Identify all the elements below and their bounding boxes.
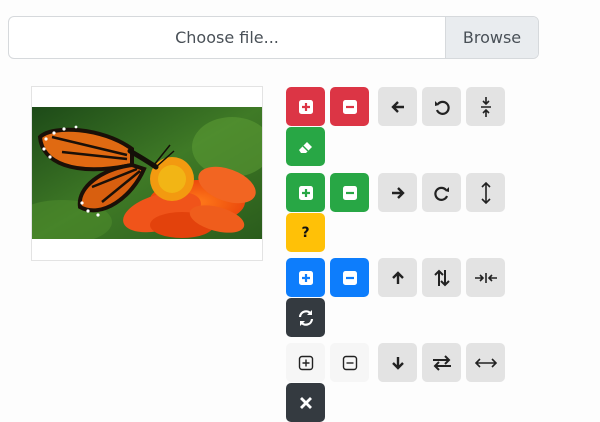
flip-vertical-button[interactable] [422, 258, 461, 297]
image-preview [31, 86, 263, 261]
minus-square-icon [342, 185, 357, 200]
rotate-left-icon [434, 100, 450, 115]
file-input[interactable]: Choose file... Browse [8, 16, 539, 59]
zoom-in-button-green[interactable] [286, 173, 325, 212]
refresh-button[interactable] [286, 298, 325, 337]
compress-horizontal-button[interactable] [466, 258, 505, 297]
swap-vertical-icon [433, 269, 450, 286]
move-right-button[interactable] [378, 173, 417, 212]
zoom-out-button-light[interactable] [330, 343, 369, 382]
eraser-button[interactable] [286, 127, 325, 166]
file-input-label[interactable]: Choose file... [9, 17, 445, 58]
help-button[interactable]: ? [286, 213, 325, 252]
rotate-left-button[interactable] [422, 87, 461, 126]
plus-square-icon [298, 99, 313, 114]
zoom-in-button[interactable] [286, 87, 325, 126]
compress-horizontal-icon [474, 272, 497, 283]
expand-horizontal-button[interactable] [466, 343, 505, 382]
rotate-right-icon [433, 186, 449, 201]
arrow-left-icon [390, 100, 404, 113]
zoom-in-button-light[interactable] [286, 343, 325, 382]
eraser-icon [298, 141, 312, 153]
refresh-icon [298, 309, 313, 326]
plus-square-icon [298, 355, 313, 370]
expand-horizontal-icon [474, 357, 497, 368]
minus-square-icon [342, 355, 357, 370]
swap-horizontal-icon [432, 354, 451, 371]
zoom-out-button-green[interactable] [330, 173, 369, 212]
zoom-out-button-blue[interactable] [330, 258, 369, 297]
plus-square-icon [298, 270, 313, 285]
move-down-button[interactable] [378, 343, 417, 382]
move-left-button[interactable] [378, 87, 417, 126]
flip-horizontal-button[interactable] [422, 343, 461, 382]
close-button[interactable] [286, 383, 325, 422]
plus-square-icon [298, 185, 313, 200]
arrow-right-icon [391, 186, 405, 199]
help-label: ? [301, 224, 310, 241]
rotate-right-button[interactable] [422, 173, 461, 212]
minus-square-icon [342, 99, 357, 114]
zoom-out-button[interactable] [330, 87, 369, 126]
expand-vertical-button[interactable] [466, 173, 505, 212]
minus-square-icon [342, 270, 357, 285]
browse-button[interactable]: Browse [445, 17, 538, 58]
arrow-up-icon [391, 270, 404, 284]
expand-vertical-icon [480, 181, 491, 204]
compress-vertical-button[interactable] [466, 87, 505, 126]
move-up-button[interactable] [378, 258, 417, 297]
zoom-in-button-blue[interactable] [286, 258, 325, 297]
compress-vertical-icon [480, 96, 491, 117]
close-icon [299, 396, 312, 409]
butterfly-image [32, 107, 262, 239]
arrow-down-icon [391, 356, 404, 370]
